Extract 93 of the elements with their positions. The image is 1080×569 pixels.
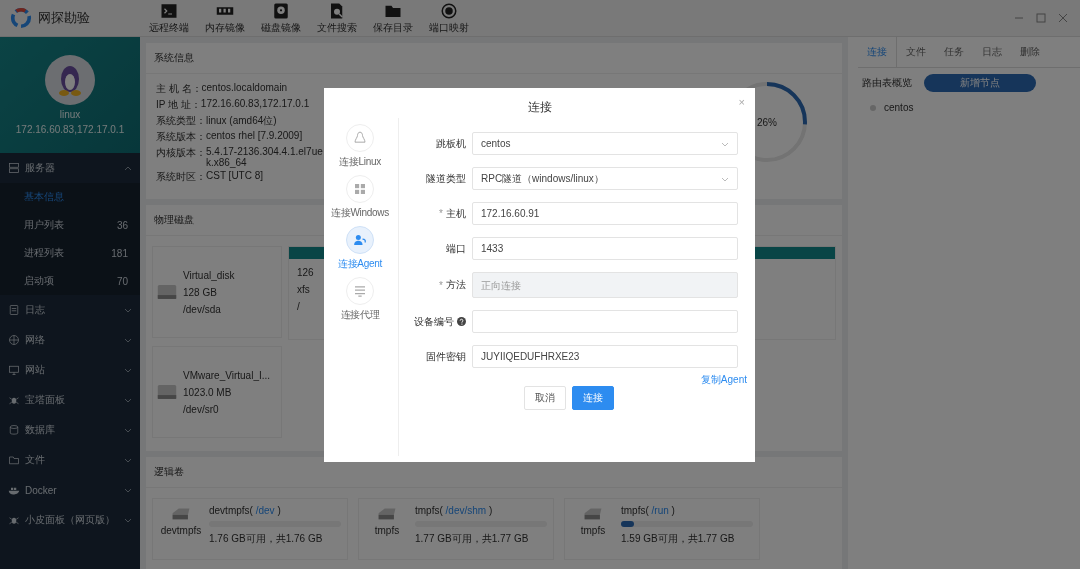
menu-item[interactable]: 网络	[0, 325, 140, 355]
volume-label: tmpfs	[580, 525, 606, 536]
document-icon	[8, 304, 20, 316]
volume-name: tmpfs( /run )	[621, 505, 676, 516]
field-label: 跳板机	[436, 136, 466, 151]
field-label: 设备编号	[414, 314, 454, 329]
menu-item[interactable]: 宝塔面板	[0, 385, 140, 415]
maximize-icon[interactable]	[1036, 13, 1046, 23]
volume-usage: 1.77 GB可用，共1.77 GB	[415, 532, 530, 546]
menu-item[interactable]: Docker	[0, 475, 140, 505]
panel-tab[interactable]: 日志	[973, 37, 1011, 67]
partition-text: xfs	[297, 284, 310, 296]
cancel-button[interactable]: 取消	[524, 386, 566, 410]
menu-item[interactable]: 日志	[0, 295, 140, 325]
add-node-button[interactable]: 新增节点	[924, 74, 1036, 92]
required-mark: *	[439, 208, 443, 219]
menu-item[interactable]: 小皮面板（网页版）	[0, 505, 140, 535]
gauge-reading: 26%	[757, 116, 777, 128]
copy-agent-link[interactable]: 复制Agent	[700, 373, 747, 387]
app-title: 网探勘验	[38, 9, 90, 27]
disk-card[interactable]: VMware_Virtual_I... 1023.0 MB /dev/sr0	[152, 346, 282, 439]
dialog-title: 连接	[527, 99, 552, 116]
monitor-icon	[8, 364, 20, 376]
submenu-item[interactable]: 基本信息	[0, 183, 140, 211]
input-field[interactable]: 172.16.60.91	[472, 202, 738, 225]
database-icon	[8, 424, 20, 436]
hard-drive-icon	[157, 383, 177, 402]
info-row-text: 系统时区：CST [UTC 8]	[156, 170, 265, 184]
volume-name: devtmpfs( /dev )	[209, 505, 282, 516]
menu-item[interactable]: 服务器	[0, 153, 140, 183]
hard-drive-icon	[157, 283, 177, 302]
route-label: 路由表概览	[862, 76, 912, 90]
info-row-text: IP 地 址：172.16.60.83,172.17.0.1	[156, 98, 311, 112]
disk-size: 1023.0 MB	[183, 386, 233, 398]
toolbar-button[interactable]: 内存镜像	[200, 1, 250, 35]
panel-tab[interactable]: 任务	[935, 37, 973, 67]
menu-item[interactable]: 文件	[0, 445, 140, 475]
logo-icon	[10, 7, 32, 29]
select-field[interactable]: RPC隧道（windows/linux）	[472, 167, 738, 190]
disk-device: /dev/sr0	[183, 403, 220, 415]
input-field[interactable]: JUYIIQEDUFHRXE23	[472, 345, 738, 368]
submenu-item[interactable]: 用户列表 36	[0, 211, 140, 239]
field-label: 端口	[446, 241, 466, 256]
penguin-avatar	[45, 55, 95, 105]
volume-usage: 1.76 GB可用，共1.76 GB	[209, 532, 324, 546]
field-label: 主机	[446, 206, 466, 221]
field-label: 方法	[446, 278, 466, 292]
connect-button[interactable]: 连接	[572, 386, 614, 410]
volume-usage: 1.59 GB可用，共1.77 GB	[621, 532, 736, 546]
field-label: 隧道类型	[426, 171, 466, 186]
menu-item[interactable]: 数据库	[0, 415, 140, 445]
input-field[interactable]: 1433	[472, 237, 738, 260]
host-name: linux	[59, 109, 81, 120]
toolbar-button[interactable]: 远程终端	[144, 1, 194, 35]
select-field[interactable]: centos	[472, 132, 738, 155]
target-icon	[440, 1, 458, 20]
panel-title: 系统信息	[146, 43, 842, 74]
disk-device: /dev/sda	[183, 303, 222, 315]
connection-mode[interactable]: 连接Linux	[339, 124, 381, 169]
disk-size: 128 GB	[183, 286, 218, 298]
panel-tab[interactable]: 文件	[897, 37, 935, 67]
info-row-text: 主 机 名：centos.localdomain	[156, 82, 289, 96]
connection-mode[interactable]: 连接代理	[340, 277, 380, 322]
disk-name: VMware_Virtual_I...	[183, 369, 271, 381]
help-icon[interactable]	[457, 317, 466, 326]
info-row-text: 系统版本：centos rhel [7.9.2009]	[156, 130, 304, 144]
server-icon	[8, 162, 20, 174]
globe-icon	[8, 334, 20, 346]
partition-text: /	[297, 301, 300, 313]
menu-item[interactable]: 网站	[0, 355, 140, 385]
volume-name: tmpfs( /dev/shm )	[415, 505, 494, 516]
toolbar-button[interactable]: 保存目录	[368, 1, 418, 35]
close-button[interactable]: ×	[738, 96, 745, 108]
toolbar-button[interactable]: 端口映射	[424, 1, 474, 35]
disk-name: Virtual_disk	[183, 269, 235, 281]
field-label: 固件密钥	[426, 349, 466, 364]
disk-card[interactable]: Virtual_disk 128 GB /dev/sda	[152, 246, 282, 339]
partition-text: 126	[297, 267, 314, 279]
submenu-item[interactable]: 进程列表 181	[0, 239, 140, 267]
info-row-text: 系统类型：linux (amd64位)	[156, 114, 278, 128]
toolbar-button[interactable]: 磁盘镜像	[256, 1, 306, 35]
node-item[interactable]: centos	[858, 98, 926, 117]
volume-label: devtmpfs	[160, 525, 202, 536]
toolbar-button[interactable]: 文件搜索	[312, 1, 362, 35]
input-field[interactable]	[472, 310, 738, 333]
panel-tab[interactable]: 删除	[1011, 37, 1049, 67]
submenu-item[interactable]: 启动项 70	[0, 267, 140, 295]
volume-label: tmpfs	[374, 525, 400, 536]
required-mark: *	[439, 279, 443, 291]
host-ip: 172.16.60.83,172.17.0.1	[15, 124, 125, 135]
info-row-text: 内核版本：5.4.17-2136.304.4.1.el7uek.x86_64	[156, 146, 324, 168]
folder-icon	[8, 454, 20, 466]
close-icon[interactable]	[1058, 13, 1068, 23]
